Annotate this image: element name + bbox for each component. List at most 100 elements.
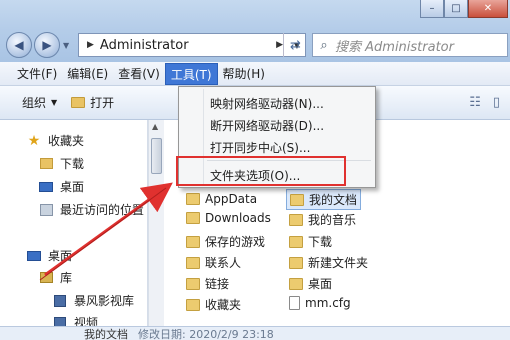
file-name: Downloads (205, 211, 271, 225)
open-button[interactable]: 打开 (71, 94, 114, 111)
list-item[interactable]: 我的音乐 (289, 211, 356, 228)
refresh-icon: ⇄ (290, 37, 301, 53)
file-name: 下载 (308, 235, 333, 249)
breadcrumb-arrow-icon[interactable]: ▶ (276, 40, 283, 50)
downloads-folder-icon (38, 157, 54, 170)
library-icon (38, 271, 54, 284)
menu-item-sync-center[interactable]: 打开同步中心(S)... (210, 139, 310, 156)
menu-edit[interactable]: 编辑(E) (62, 63, 113, 85)
file-name: 我的音乐 (308, 213, 357, 227)
list-item[interactable]: 联系人 (186, 254, 241, 271)
navigation-pane: ★ 收藏夹 下载 桌面 最近访问的位置 桌面 库 暴风影视库 视频 (0, 120, 148, 340)
file-name: 联系人 (205, 256, 242, 270)
organize-button[interactable]: 组织 ▼ (22, 94, 57, 111)
folder-icon (289, 256, 303, 269)
highlight-box (176, 156, 346, 186)
sidebar-label: 收藏夹 (48, 134, 85, 148)
search-box[interactable]: ⌕ 搜索 Administrator (312, 33, 508, 57)
file-name: mm.cfg (305, 296, 351, 310)
nav-buttons: ◀ ▶ ▼ (6, 32, 69, 58)
sidebar-item-video-library[interactable]: 暴风影视库 (52, 292, 134, 309)
sidebar-scrollbar[interactable]: ▲ (148, 120, 164, 340)
status-item-meta: 修改日期: 2020/2/9 23:18 (138, 327, 274, 340)
folder-icon (71, 97, 86, 108)
folder-icon (186, 193, 200, 205)
list-item[interactable]: 保存的游戏 (186, 233, 265, 250)
file-icon (289, 296, 300, 310)
chevron-down-icon: ▼ (51, 98, 58, 107)
file-name: 链接 (205, 277, 230, 291)
sidebar-item-downloads[interactable]: 下载 (38, 155, 84, 172)
desktop-icon (38, 180, 54, 193)
folder-icon (289, 277, 303, 290)
scrollbar-thumb[interactable] (151, 138, 162, 174)
view-controls: ☷ ▯ (469, 95, 500, 110)
view-options-icon[interactable]: ☷ (469, 95, 481, 110)
list-item[interactable]: 下载 (289, 233, 332, 250)
preview-pane-icon[interactable]: ▯ (493, 95, 500, 110)
file-name: AppData (205, 192, 258, 206)
status-item-name: 我的文档 (84, 327, 128, 340)
sidebar-label: 桌面 (48, 249, 73, 263)
open-label: 打开 (90, 96, 115, 110)
list-item[interactable]: mm.cfg (289, 296, 351, 310)
file-name: 桌面 (308, 277, 333, 291)
folder-icon (289, 235, 303, 248)
sidebar-item-library[interactable]: 库 (38, 269, 72, 286)
star-icon: ★ (27, 132, 41, 149)
list-item[interactable]: Downloads (186, 211, 271, 225)
sidebar-item-desktop[interactable]: 桌面 (38, 178, 84, 195)
file-name: 保存的游戏 (205, 235, 266, 249)
folder-icon (186, 235, 200, 248)
window-chrome: – □ ✕ ◀ ▶ ▼ ▶ Administrator ▶ ▼ ⇄ ⌕ 搜索 A… (0, 0, 510, 62)
close-button[interactable]: ✕ (468, 0, 508, 18)
file-name: 我的文档 (309, 193, 358, 207)
scroll-up-icon[interactable]: ▲ (152, 122, 158, 131)
sidebar-label: 桌面 (60, 180, 85, 194)
sidebar-item-desktop-root[interactable]: 桌面 (26, 247, 72, 264)
minimize-button[interactable]: – (420, 0, 444, 18)
list-item[interactable]: 收藏夹 (186, 296, 241, 313)
details-pane: 我的文档 修改日期: 2020/2/9 23:18 (0, 326, 510, 340)
video-library-icon (52, 294, 68, 307)
folder-icon (186, 277, 200, 290)
list-item[interactable]: AppData (186, 192, 257, 206)
list-item[interactable]: 桌面 (289, 275, 332, 292)
address-path[interactable]: Administrator (100, 38, 268, 53)
folder-icon (289, 213, 303, 226)
maximize-button[interactable]: □ (444, 0, 468, 18)
menu-bar: 文件(F) 编辑(E) 查看(V) 工具(T) 帮助(H) (0, 62, 510, 86)
file-name: 收藏夹 (205, 298, 242, 312)
forward-button[interactable]: ▶ (34, 32, 60, 58)
menu-item-disconnect-drive[interactable]: 断开网络驱动器(D)... (210, 117, 324, 134)
sidebar-label: 库 (60, 271, 73, 285)
refresh-button[interactable]: ⇄ (283, 33, 307, 57)
list-item-selected[interactable]: 我的文档 (286, 189, 362, 210)
list-item[interactable]: 新建文件夹 (289, 254, 368, 271)
organize-label: 组织 (22, 96, 47, 110)
sidebar-item-favorites[interactable]: ★ 收藏夹 (26, 132, 84, 149)
folder-icon (290, 193, 304, 206)
forward-arrow-icon: ▶ (42, 38, 52, 52)
folder-icon (186, 212, 200, 224)
menu-tools[interactable]: 工具(T) (164, 62, 218, 85)
list-item[interactable]: 链接 (186, 275, 229, 292)
menu-item-map-drive[interactable]: 映射网络驱动器(N)... (210, 95, 324, 112)
search-placeholder[interactable]: 搜索 Administrator (335, 36, 454, 55)
recent-pages-dropdown-icon[interactable]: ▼ (63, 41, 69, 50)
file-name: 新建文件夹 (308, 256, 369, 270)
menu-help[interactable]: 帮助(H) (218, 63, 270, 85)
folder-icon (186, 256, 200, 269)
sidebar-label: 最近访问的位置 (60, 203, 145, 217)
sidebar-item-recent[interactable]: 最近访问的位置 (38, 201, 144, 218)
menu-file[interactable]: 文件(F) (12, 63, 62, 85)
back-button[interactable]: ◀ (6, 32, 32, 58)
menu-view[interactable]: 查看(V) (113, 63, 165, 85)
breadcrumb-arrow-icon[interactable]: ▶ (87, 40, 94, 50)
address-bar[interactable]: ▶ Administrator ▶ ▼ (78, 33, 306, 57)
recent-places-icon (38, 203, 54, 216)
sidebar-label: 下载 (60, 157, 85, 171)
folder-icon (186, 298, 200, 311)
back-arrow-icon: ◀ (14, 38, 24, 52)
window-controls: – □ ✕ (420, 0, 508, 20)
